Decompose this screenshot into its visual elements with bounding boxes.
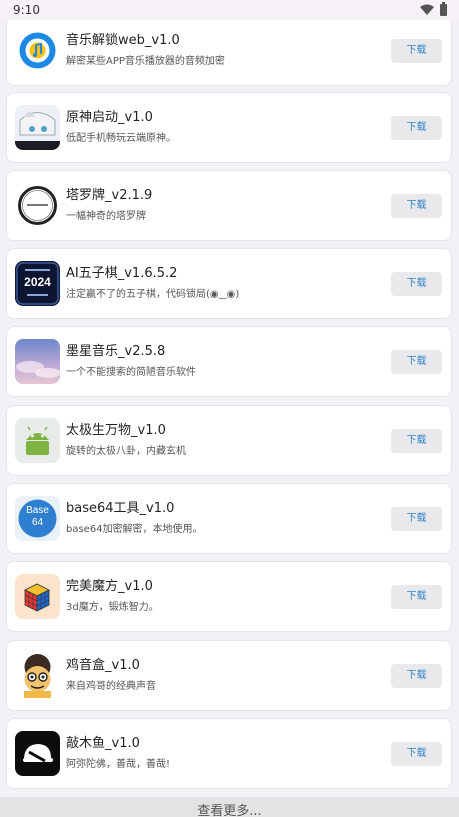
app-desc: 一个不能搜索的简陋音乐软件 (66, 367, 196, 378)
app-card[interactable]: 完美魔方_v1.0 3d魔方，锻炼智力。 下载 (6, 561, 452, 632)
rubiks-cube-icon (15, 574, 60, 619)
app-name: base64工具_v1.0 (66, 501, 175, 516)
app-desc: 3d魔方，锻炼智力。 (66, 602, 159, 613)
app-desc: base64加密解密，本地使用。 (66, 524, 203, 535)
app-card[interactable]: 音乐解锁web_v1.0 解密某些APP音乐播放器的音频加密 下载 (6, 15, 452, 86)
app-desc: 阿弥陀佛，善哉，善哉! (66, 759, 171, 770)
app-name: 太极生万物_v1.0 (66, 423, 166, 438)
app-name: AI五子棋_v1.6.5.2 (66, 266, 178, 281)
app-card[interactable]: 太极生万物_v1.0 旋转的太极八卦，内藏玄机 下载 (6, 405, 452, 476)
download-button[interactable]: 下载 (391, 272, 442, 296)
base64-icon-text: Base 64 (26, 505, 49, 528)
music-unlock-icon (15, 28, 60, 73)
download-button[interactable]: 下载 (391, 585, 442, 609)
gomoku-icon-text: 2024 (24, 275, 51, 289)
status-time: 9:10 (13, 3, 40, 17)
app-name: 墨星音乐_v2.5.8 (66, 344, 166, 359)
status-icons (420, 2, 447, 16)
download-button[interactable]: 下载 (391, 507, 442, 531)
tarot-circle-icon (15, 183, 60, 228)
app-card[interactable]: 原神启动_v1.0 低配手机畅玩云端原神。 下载 (6, 92, 452, 163)
download-button[interactable]: 下载 (391, 194, 442, 218)
app-name: 音乐解锁web_v1.0 (66, 33, 180, 48)
sky-clouds-icon (15, 339, 60, 384)
download-button[interactable]: 下载 (391, 742, 442, 766)
app-desc: 旋转的太极八卦，内藏玄机 (66, 446, 186, 457)
download-button[interactable]: 下载 (391, 429, 442, 453)
status-bar: 9:10 (0, 0, 459, 20)
app-name: 塔罗牌_v2.1.9 (66, 188, 153, 203)
download-button[interactable]: 下载 (391, 39, 442, 63)
view-more-button[interactable]: 查看更多... (0, 797, 459, 817)
wifi-icon (420, 4, 434, 15)
gomoku-icon: 2024 (15, 261, 60, 306)
app-desc: 一幅神奇的塔罗牌 (66, 211, 146, 222)
app-desc: 注定赢不了的五子棋，代码锁局(◉‿◉) (66, 289, 240, 300)
download-button[interactable]: 下载 (391, 664, 442, 688)
android-icon (15, 418, 60, 463)
app-card[interactable]: 塔罗牌_v2.1.9 一幅神奇的塔罗牌 下载 (6, 170, 452, 241)
app-desc: 解密某些APP音乐播放器的音频加密 (66, 56, 225, 67)
battery-icon (440, 2, 447, 16)
app-card[interactable]: 2024 AI五子棋_v1.6.5.2 注定赢不了的五子棋，代码锁局(◉‿◉) … (6, 248, 452, 319)
cartoon-face-icon (15, 653, 60, 698)
download-button[interactable]: 下载 (391, 116, 442, 140)
app-card[interactable]: Base 64 base64工具_v1.0 base64加密解密，本地使用。 下… (6, 483, 452, 554)
anime-girl-icon (15, 105, 60, 150)
wooden-fish-icon (15, 731, 60, 776)
app-card[interactable]: 鸡音盒_v1.0 来自鸡哥的经典声音 下载 (6, 640, 452, 711)
app-desc: 来自鸡哥的经典声音 (66, 681, 156, 692)
download-button[interactable]: 下载 (391, 350, 442, 374)
app-name: 鸡音盒_v1.0 (66, 658, 140, 673)
app-desc: 低配手机畅玩云端原神。 (66, 133, 176, 144)
app-name: 原神启动_v1.0 (66, 110, 153, 125)
app-card[interactable]: 敲木鱼_v1.0 阿弥陀佛，善哉，善哉! 下载 (6, 718, 452, 789)
base64-icon: Base 64 (15, 496, 60, 541)
app-name: 完美魔方_v1.0 (66, 579, 153, 594)
app-card[interactable]: 墨星音乐_v2.5.8 一个不能搜索的简陋音乐软件 下载 (6, 326, 452, 397)
view-more-label: 查看更多... (197, 804, 262, 817)
app-name: 敲木鱼_v1.0 (66, 736, 140, 751)
